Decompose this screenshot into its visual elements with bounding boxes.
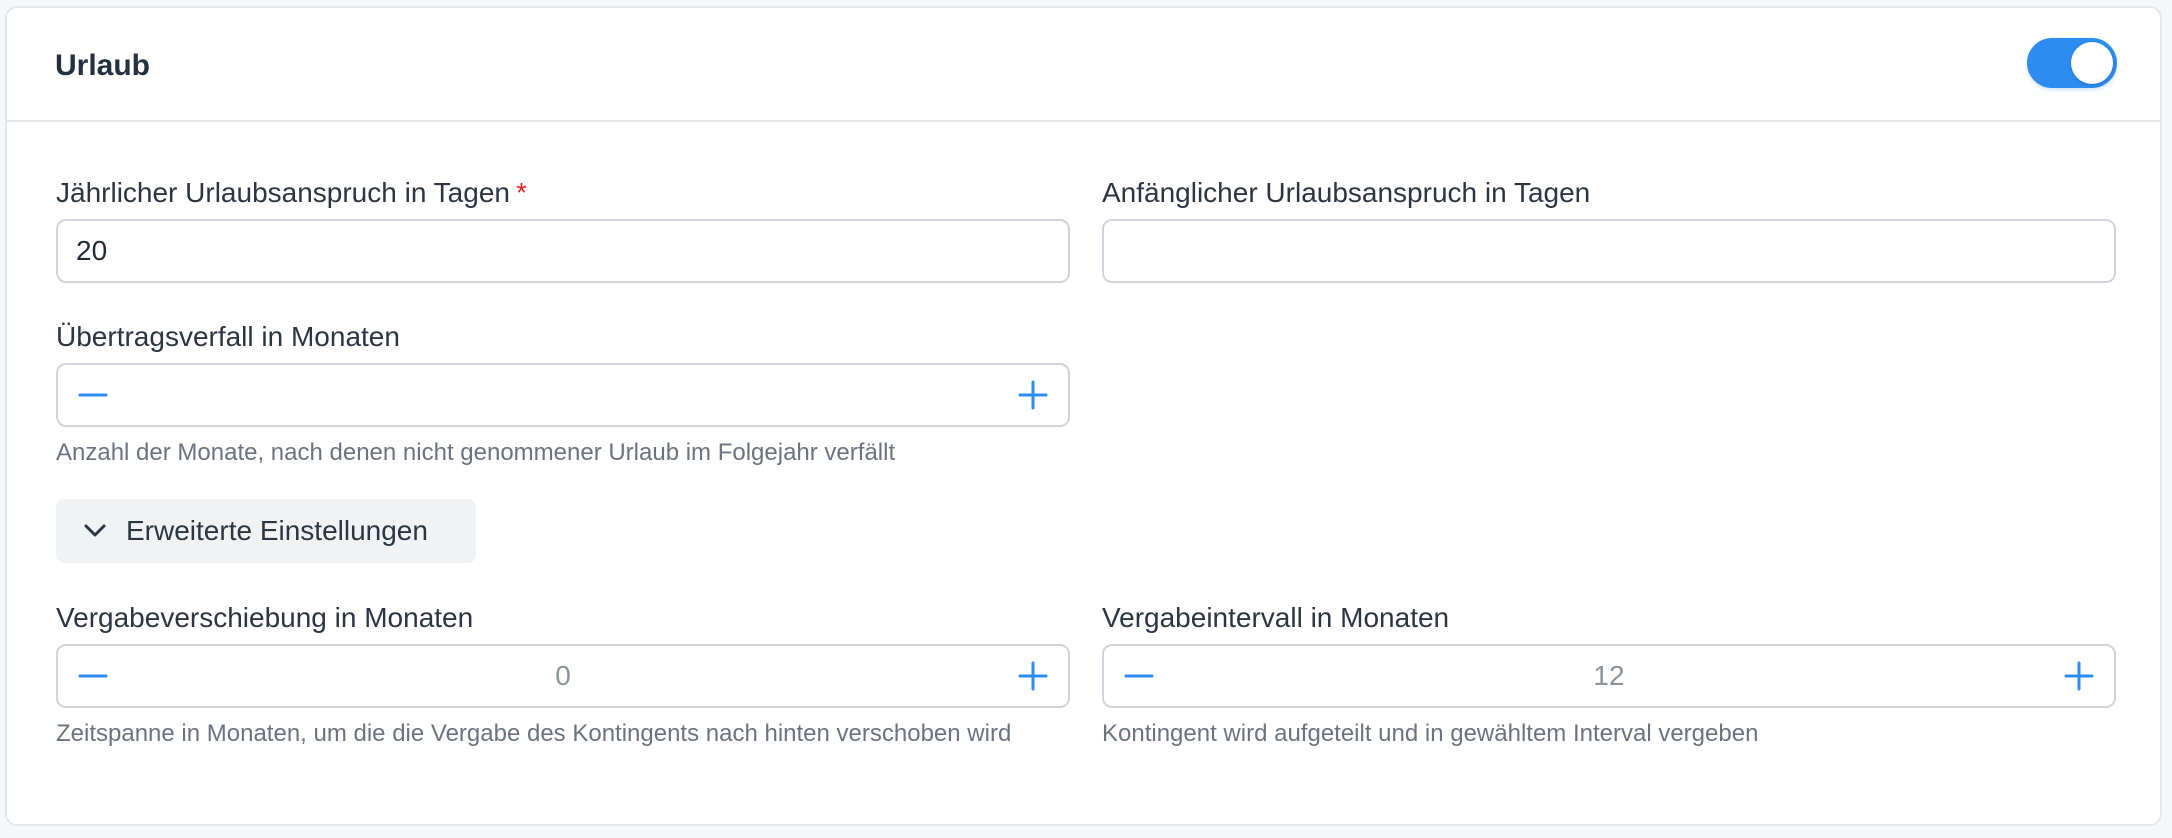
plus-icon — [1018, 380, 1048, 410]
carryover-expiry-stepper[interactable] — [56, 363, 1070, 427]
allocation-interval-hint: Kontingent wird aufgeteilt und in gewähl… — [1102, 720, 1759, 747]
chevron-down-icon — [80, 516, 110, 546]
annual-days-label-text: Jährlicher Urlaubsanspruch in Tagen — [56, 177, 510, 208]
carryover-decrement-button[interactable] — [58, 365, 128, 425]
required-asterisk: * — [515, 177, 527, 208]
advanced-settings-label: Erweiterte Einstellungen — [126, 515, 428, 546]
minus-icon — [78, 393, 108, 397]
plus-icon — [2064, 661, 2094, 691]
initial-days-input[interactable] — [1102, 219, 2116, 283]
carryover-expiry-value[interactable] — [128, 365, 998, 425]
carryover-increment-button[interactable] — [998, 365, 1068, 425]
carryover-expiry-hint: Anzahl der Monate, nach denen nicht geno… — [56, 439, 896, 466]
allocation-interval-decrement-button[interactable] — [1104, 646, 1174, 706]
allocation-interval-value[interactable]: 12 — [1174, 646, 2044, 706]
allocation-shift-value[interactable]: 0 — [128, 646, 998, 706]
minus-icon — [1124, 674, 1154, 678]
annual-days-label: Jährlicher Urlaubsanspruch in Tagen * — [56, 175, 527, 211]
allocation-interval-label: Vergabeintervall in Monaten — [1102, 602, 1450, 633]
initial-days-label: Anfänglicher Urlaubsanspruch in Tagen — [1102, 177, 1591, 208]
minus-icon — [78, 674, 108, 678]
carryover-expiry-label: Übertragsverfall in Monaten — [56, 321, 400, 352]
plus-icon — [1018, 661, 1048, 691]
allocation-interval-increment-button[interactable] — [2044, 646, 2114, 706]
card-header: Urlaub — [7, 8, 2160, 122]
vacation-enabled-toggle[interactable] — [2027, 38, 2117, 88]
allocation-shift-stepper[interactable]: 0 — [56, 644, 1070, 708]
allocation-shift-decrement-button[interactable] — [58, 646, 128, 706]
toggle-knob — [2071, 42, 2113, 84]
allocation-shift-hint: Zeitspanne in Monaten, um die die Vergab… — [56, 720, 1012, 747]
allocation-shift-label: Vergabeverschiebung in Monaten — [56, 602, 474, 633]
vacation-settings-card: Urlaub Jährlicher Urlaubsanspruch in Tag… — [5, 6, 2162, 826]
advanced-settings-button[interactable]: Erweiterte Einstellungen — [56, 499, 476, 563]
allocation-shift-increment-button[interactable] — [998, 646, 1068, 706]
section-title: Urlaub — [55, 49, 151, 82]
allocation-interval-stepper[interactable]: 12 — [1102, 644, 2116, 708]
annual-days-input[interactable]: 20 — [56, 219, 1070, 283]
